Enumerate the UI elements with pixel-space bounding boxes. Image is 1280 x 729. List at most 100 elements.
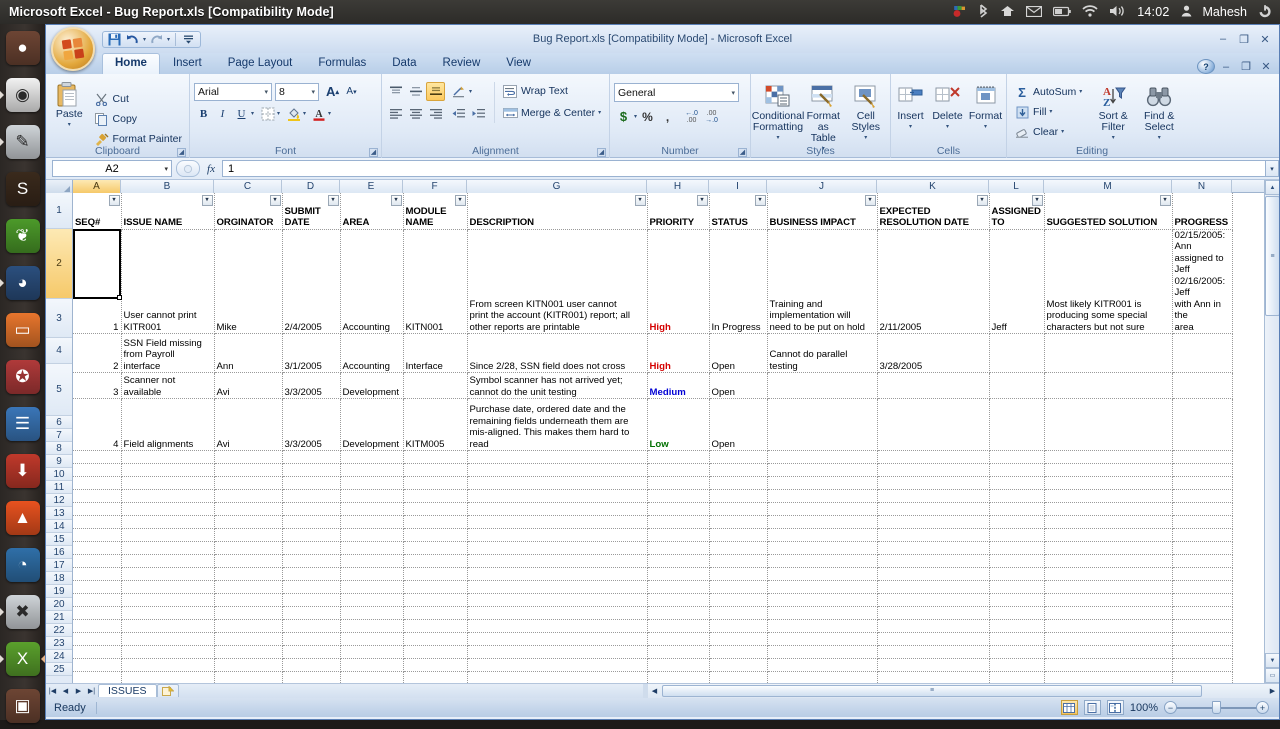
cell-G19[interactable] [467, 620, 647, 633]
align-right-button[interactable] [426, 104, 445, 123]
launcher-item-sublime-text[interactable]: S [0, 165, 45, 212]
cell-H17[interactable] [647, 594, 709, 607]
power-icon[interactable] [1258, 4, 1272, 20]
table-row[interactable]: 4Field alignmentsAvi3/3/2005DevelopmentK… [73, 399, 1232, 451]
cell-E17[interactable] [340, 594, 403, 607]
cell-H5[interactable]: Low [647, 399, 709, 451]
row-header-13[interactable]: 13 [46, 507, 72, 520]
cell-M10[interactable] [1044, 503, 1172, 516]
cell-I4[interactable]: Open [709, 373, 767, 399]
cell-A17[interactable] [73, 594, 121, 607]
cell-G23[interactable] [467, 672, 647, 684]
cell-M5[interactable] [1044, 399, 1172, 451]
fill-color-dropdown-icon[interactable]: ▾ [303, 110, 306, 117]
bluetooth-icon[interactable] [978, 4, 989, 20]
table-row[interactable]: 1User cannot print KITR001Mike2/4/2005Ac… [73, 229, 1232, 334]
cell-E12[interactable] [340, 529, 403, 542]
zoom-level[interactable]: 100% [1130, 702, 1158, 714]
cell-F16[interactable] [403, 581, 467, 594]
cell-L11[interactable] [989, 516, 1044, 529]
launcher-item-ubuntu-dash[interactable]: ● [0, 24, 45, 71]
paste-dropdown-icon[interactable]: ▾ [68, 120, 71, 131]
cell-B2[interactable]: User cannot print KITR001 [121, 229, 214, 334]
scroll-right-button[interactable]: ▶ [1266, 684, 1279, 697]
cell-F19[interactable] [403, 620, 467, 633]
cell-E14[interactable] [340, 555, 403, 568]
cell-N12[interactable] [1172, 529, 1232, 542]
column-title-cell[interactable]: ORGINATOR▾ [214, 193, 282, 229]
cell-N9[interactable] [1172, 490, 1232, 503]
row-header-19[interactable]: 19 [46, 585, 72, 598]
column-title-cell[interactable]: STATUS▾ [709, 193, 767, 229]
cell-N14[interactable] [1172, 555, 1232, 568]
cell-M22[interactable] [1044, 659, 1172, 672]
cell-B4[interactable]: Scanner not available [121, 373, 214, 399]
cell-B12[interactable] [121, 529, 214, 542]
cell-F9[interactable] [403, 490, 467, 503]
cell-G21[interactable] [467, 646, 647, 659]
sheet-tab-issues[interactable]: ISSUES [98, 684, 157, 697]
cell-I7[interactable] [709, 464, 767, 477]
cell-J11[interactable] [767, 516, 877, 529]
number-format-dropdown-icon[interactable]: ▾ [727, 89, 735, 97]
column-header-H[interactable]: H [647, 180, 709, 193]
table-row[interactable] [73, 451, 1232, 464]
cell-I15[interactable] [709, 568, 767, 581]
cell-B20[interactable] [121, 633, 214, 646]
cell-J16[interactable] [767, 581, 877, 594]
find-select-dropdown-icon[interactable]: ▾ [1158, 133, 1161, 144]
column-title-cell[interactable]: SUGGESTED SOLUTION▾ [1044, 193, 1172, 229]
format-cells-dropdown-icon[interactable]: ▾ [984, 122, 987, 133]
row-header-18[interactable]: 18 [46, 572, 72, 585]
cell-N6[interactable] [1172, 451, 1232, 464]
cell-C20[interactable] [214, 633, 282, 646]
cell-D22[interactable] [282, 659, 340, 672]
name-box-dropdown-icon[interactable]: ▾ [164, 165, 168, 173]
cell-D4[interactable]: 3/3/2005 [282, 373, 340, 399]
cell-E6[interactable] [340, 451, 403, 464]
wifi-icon[interactable] [1082, 5, 1098, 19]
cell-A12[interactable] [73, 529, 121, 542]
cell-G13[interactable] [467, 542, 647, 555]
decrease-indent-button[interactable] [449, 104, 468, 123]
cell-L23[interactable] [989, 672, 1044, 684]
next-sheet-button[interactable]: ▶ [72, 684, 85, 697]
cell-N7[interactable] [1172, 464, 1232, 477]
cell-A9[interactable] [73, 490, 121, 503]
cell-L8[interactable] [989, 477, 1044, 490]
alignment-dialog-launcher[interactable]: ◢ [597, 148, 606, 157]
cell-H15[interactable] [647, 568, 709, 581]
split-handle[interactable]: ▭ [1265, 668, 1279, 683]
cell-A15[interactable] [73, 568, 121, 581]
cell-E9[interactable] [340, 490, 403, 503]
cell-E13[interactable] [340, 542, 403, 555]
number-dialog-launcher[interactable]: ◢ [738, 148, 747, 157]
cell-K15[interactable] [877, 568, 989, 581]
cell-L4[interactable] [989, 373, 1044, 399]
table-row[interactable] [73, 672, 1232, 684]
table-row[interactable] [73, 529, 1232, 542]
cell-F11[interactable] [403, 516, 467, 529]
filter-dropdown-icon[interactable]: ▾ [865, 195, 876, 206]
launcher-item-microsoft-excel[interactable]: X [0, 635, 45, 682]
cell-L21[interactable] [989, 646, 1044, 659]
scroll-up-button[interactable]: ▲ [1265, 180, 1279, 195]
cell-A23[interactable] [73, 672, 121, 684]
row-header-21[interactable]: 21 [46, 611, 72, 624]
volume-icon[interactable] [1109, 5, 1126, 19]
restore-window-button[interactable]: ❐ [1234, 32, 1254, 47]
cell-J9[interactable] [767, 490, 877, 503]
cell-B5[interactable]: Field alignments [121, 399, 214, 451]
cell-F5[interactable]: KITM005 [403, 399, 467, 451]
column-header-E[interactable]: E [340, 180, 403, 193]
cell-J13[interactable] [767, 542, 877, 555]
table-row[interactable] [73, 659, 1232, 672]
scroll-down-button[interactable]: ▼ [1265, 653, 1279, 668]
cell-J23[interactable] [767, 672, 877, 684]
cell-A7[interactable] [73, 464, 121, 477]
cell-M19[interactable] [1044, 620, 1172, 633]
cell-I10[interactable] [709, 503, 767, 516]
filter-dropdown-icon[interactable]: ▾ [697, 195, 708, 206]
cell-A6[interactable] [73, 451, 121, 464]
cell-J10[interactable] [767, 503, 877, 516]
